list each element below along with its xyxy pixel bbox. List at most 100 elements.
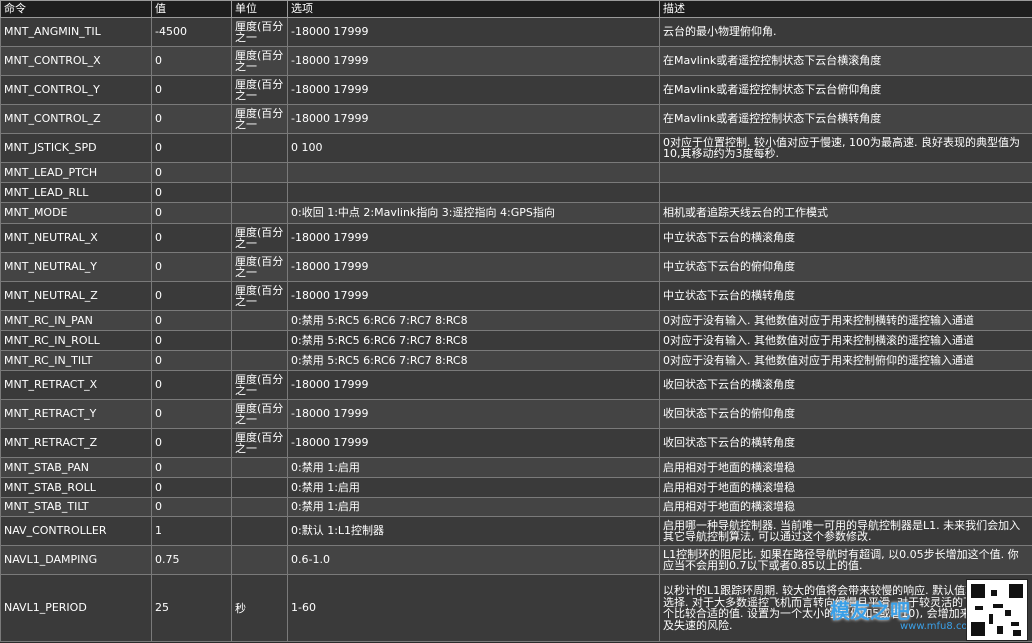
cell-unit: 厘度(百分之一 — [231, 252, 288, 282]
cell-unit — [231, 133, 288, 163]
table-row[interactable]: MNT_RC_IN_PAN 0 0:禁用 5:RC5 6:RC6 7:RC7 8:R… — [0, 310, 1032, 331]
cell-command: MNT_RETRACT_Z — [0, 428, 152, 458]
cell-command: MNT_NEUTRAL_Z — [0, 281, 152, 311]
table-row[interactable]: MNT_STAB_TILT 0 0:禁用 1:启用 启用相对于地面的横滚增稳 — [0, 497, 1032, 517]
cell-description: 在Mavlink或者遥控控制状态下云台俯仰角度 — [659, 75, 1032, 105]
cell-value: 0 — [151, 399, 232, 429]
cell-unit — [231, 162, 288, 183]
cell-unit: 厘度(百分之一 — [231, 399, 288, 429]
cell-description: 中立状态下云台的横转角度 — [659, 281, 1032, 311]
table-row[interactable]: MNT_LEAD_PTCH 0 — [0, 162, 1032, 183]
cell-value: 0 — [151, 252, 232, 282]
table-row[interactable]: MNT_STAB_PAN 0 0:禁用 1:启用 启用相对于地面的横滚增稳 — [0, 457, 1032, 478]
cell-command: MNT_CONTROL_X — [0, 46, 152, 76]
table-row[interactable]: MNT_RETRACT_Z 0 厘度(百分之一 -18000 17999 收回状态下云台… — [0, 428, 1032, 458]
table-row[interactable]: MNT_CONTROL_X 0 厘度(百分之一 -18000 17999 在Mavlin… — [0, 46, 1032, 76]
cell-command: MNT_RC_IN_ROLL — [0, 330, 152, 351]
table-row[interactable]: MNT_STAB_ROLL 0 0:禁用 1:启用 启用相对于地面的横滚增稳 — [0, 477, 1032, 498]
table-row[interactable]: MNT_ANGMIN_TIL -4500 厘度(百分之一 -18000 17999 云台… — [0, 17, 1032, 47]
cell-description: 以秒计的L1跟踪环周期. 较大的值将会带来较慢的响应. 默认值较为保守的选择. … — [659, 574, 1032, 642]
cell-description: 0对应于没有输入. 其他数值对应于用来控制横转的遥控输入通道 — [659, 310, 1032, 331]
cell-description: 在Mavlink或者遥控控制状态下云台横滚角度 — [659, 46, 1032, 76]
table-row[interactable]: MNT_RETRACT_Y 0 厘度(百分之一 -18000 17999 收回状态下云台… — [0, 399, 1032, 429]
cell-unit: 厘度(百分之一 — [231, 428, 288, 458]
cell-command: MNT_STAB_ROLL — [0, 477, 152, 498]
cell-unit — [231, 310, 288, 331]
cell-value: 0.75 — [151, 545, 232, 575]
cell-unit — [231, 330, 288, 351]
cell-command: MNT_RETRACT_X — [0, 370, 152, 400]
cell-unit: 厘度(百分之一 — [231, 223, 288, 253]
table-row[interactable]: NAVL1_DAMPING 0.75 0.6-1.0 L1控制环的阻尼比. 如果在路径… — [0, 545, 1032, 575]
table-row[interactable]: MNT_RETRACT_X 0 厘度(百分之一 -18000 17999 收回状态下云台… — [0, 370, 1032, 400]
table-row[interactable]: MNT_CONTROL_Y 0 厘度(百分之一 -18000 17999 在Mavlin… — [0, 75, 1032, 105]
cell-options — [287, 162, 660, 183]
cell-command: MNT_LEAD_PTCH — [0, 162, 152, 183]
cell-value: 0 — [151, 477, 232, 498]
table-row[interactable]: MNT_NEUTRAL_Y 0 厘度(百分之一 -18000 17999 中立状态下云台… — [0, 252, 1032, 282]
table-row[interactable]: MNT_RC_IN_ROLL 0 0:禁用 5:RC5 6:RC6 7:RC7 8:… — [0, 330, 1032, 351]
cell-options — [287, 182, 660, 203]
cell-command: MNT_STAB_PAN — [0, 457, 152, 478]
column-header-command[interactable]: 命令 — [0, 0, 152, 18]
cell-value: 0 — [151, 428, 232, 458]
cell-description — [659, 162, 1032, 183]
cell-command: MNT_CONTROL_Z — [0, 104, 152, 134]
cell-options: -18000 17999 — [287, 428, 660, 458]
cell-options: 0:禁用 1:启用 — [287, 497, 660, 517]
cell-command: NAVL1_DAMPING — [0, 545, 152, 575]
cell-description: 启用相对于地面的横滚增稳 — [659, 477, 1032, 498]
cell-command: MNT_STAB_TILT — [0, 497, 152, 517]
cell-options: -18000 17999 — [287, 281, 660, 311]
table-row[interactable]: MNT_CONTROL_Z 0 厘度(百分之一 -18000 17999 在Mavlin… — [0, 104, 1032, 134]
cell-value: 0 — [151, 104, 232, 134]
cell-value: 0 — [151, 75, 232, 105]
cell-command: NAV_CONTROLLER — [0, 516, 152, 546]
cell-description: 相机或者追踪天线云台的工作模式 — [659, 202, 1032, 224]
cell-options: 0:禁用 5:RC5 6:RC6 7:RC7 8:RC8 — [287, 330, 660, 351]
table-row[interactable]: NAVL1_PERIOD 25 秒 1-60 以秒计的L1跟踪环周期. 较大的值将会带来… — [0, 574, 1032, 642]
cell-description: L1控制环的阻尼比. 如果在路径导航时有超调, 以0.05步长增加这个值. 你应… — [659, 545, 1032, 575]
cell-description: 收回状态下云台的俯仰角度 — [659, 399, 1032, 429]
cell-description: 0对应于没有输入. 其他数值对应于用来控制横滚的遥控输入通道 — [659, 330, 1032, 351]
cell-value: 0 — [151, 497, 232, 517]
table-row[interactable]: MNT_LEAD_RLL 0 — [0, 182, 1032, 203]
column-header-value[interactable]: 值 — [151, 0, 232, 18]
cell-value: 0 — [151, 370, 232, 400]
cell-options: -18000 17999 — [287, 17, 660, 47]
cell-options: -18000 17999 — [287, 399, 660, 429]
cell-command: MNT_JSTICK_SPD — [0, 133, 152, 163]
cell-options: -18000 17999 — [287, 223, 660, 253]
column-header-description[interactable]: 描述 — [659, 0, 1032, 18]
column-header-options[interactable]: 选项 — [287, 0, 660, 18]
table-row[interactable]: MNT_NEUTRAL_Z 0 厘度(百分之一 -18000 17999 中立状态下云台… — [0, 281, 1032, 311]
cell-command: MNT_LEAD_RLL — [0, 182, 152, 203]
cell-options: 0:禁用 1:启用 — [287, 477, 660, 498]
cell-unit: 厘度(百分之一 — [231, 281, 288, 311]
cell-description: 收回状态下云台的横转角度 — [659, 428, 1032, 458]
cell-unit — [231, 182, 288, 203]
table-row[interactable]: MNT_RC_IN_TILT 0 0:禁用 5:RC5 6:RC6 7:RC7 8:… — [0, 350, 1032, 371]
table-row[interactable]: MNT_NEUTRAL_X 0 厘度(百分之一 -18000 17999 中立状态下云台… — [0, 223, 1032, 253]
cell-unit — [231, 477, 288, 498]
cell-unit: 厘度(百分之一 — [231, 46, 288, 76]
cell-description: 启用相对于地面的横滚增稳 — [659, 457, 1032, 478]
cell-description: 启用相对于地面的横滚增稳 — [659, 497, 1032, 517]
cell-options: 0:禁用 1:启用 — [287, 457, 660, 478]
cell-options: 0:默认 1:L1控制器 — [287, 516, 660, 546]
cell-description: 0对应于没有输入. 其他数值对应于用来控制俯仰的遥控输入通道 — [659, 350, 1032, 371]
cell-value: 0 — [151, 350, 232, 371]
cell-options: -18000 17999 — [287, 370, 660, 400]
parameter-table: 命令 值 单位 选项 描述 MNT_ANGMIN_TIL -4500 厘度(百分之一… — [0, 0, 1032, 642]
cell-options: -18000 17999 — [287, 252, 660, 282]
cell-unit — [231, 545, 288, 575]
cell-unit: 厘度(百分之一 — [231, 75, 288, 105]
cell-value: 1 — [151, 516, 232, 546]
column-header-unit[interactable]: 单位 — [231, 0, 288, 18]
table-row[interactable]: NAV_CONTROLLER 1 0:默认 1:L1控制器 启用哪一种导航控制器. 当… — [0, 516, 1032, 546]
cell-value: 0 — [151, 46, 232, 76]
table-body: MNT_ANGMIN_TIL -4500 厘度(百分之一 -18000 17999 云台… — [0, 17, 1032, 642]
table-row[interactable]: MNT_JSTICK_SPD 0 0 100 0对应于位置控制. 较小值对应于慢速, … — [0, 133, 1032, 163]
cell-options: 0:禁用 5:RC5 6:RC6 7:RC7 8:RC8 — [287, 310, 660, 331]
table-row[interactable]: MNT_MODE 0 0:收回 1:中点 2:Mavlink指向 3:遥控指向 4:… — [0, 202, 1032, 224]
